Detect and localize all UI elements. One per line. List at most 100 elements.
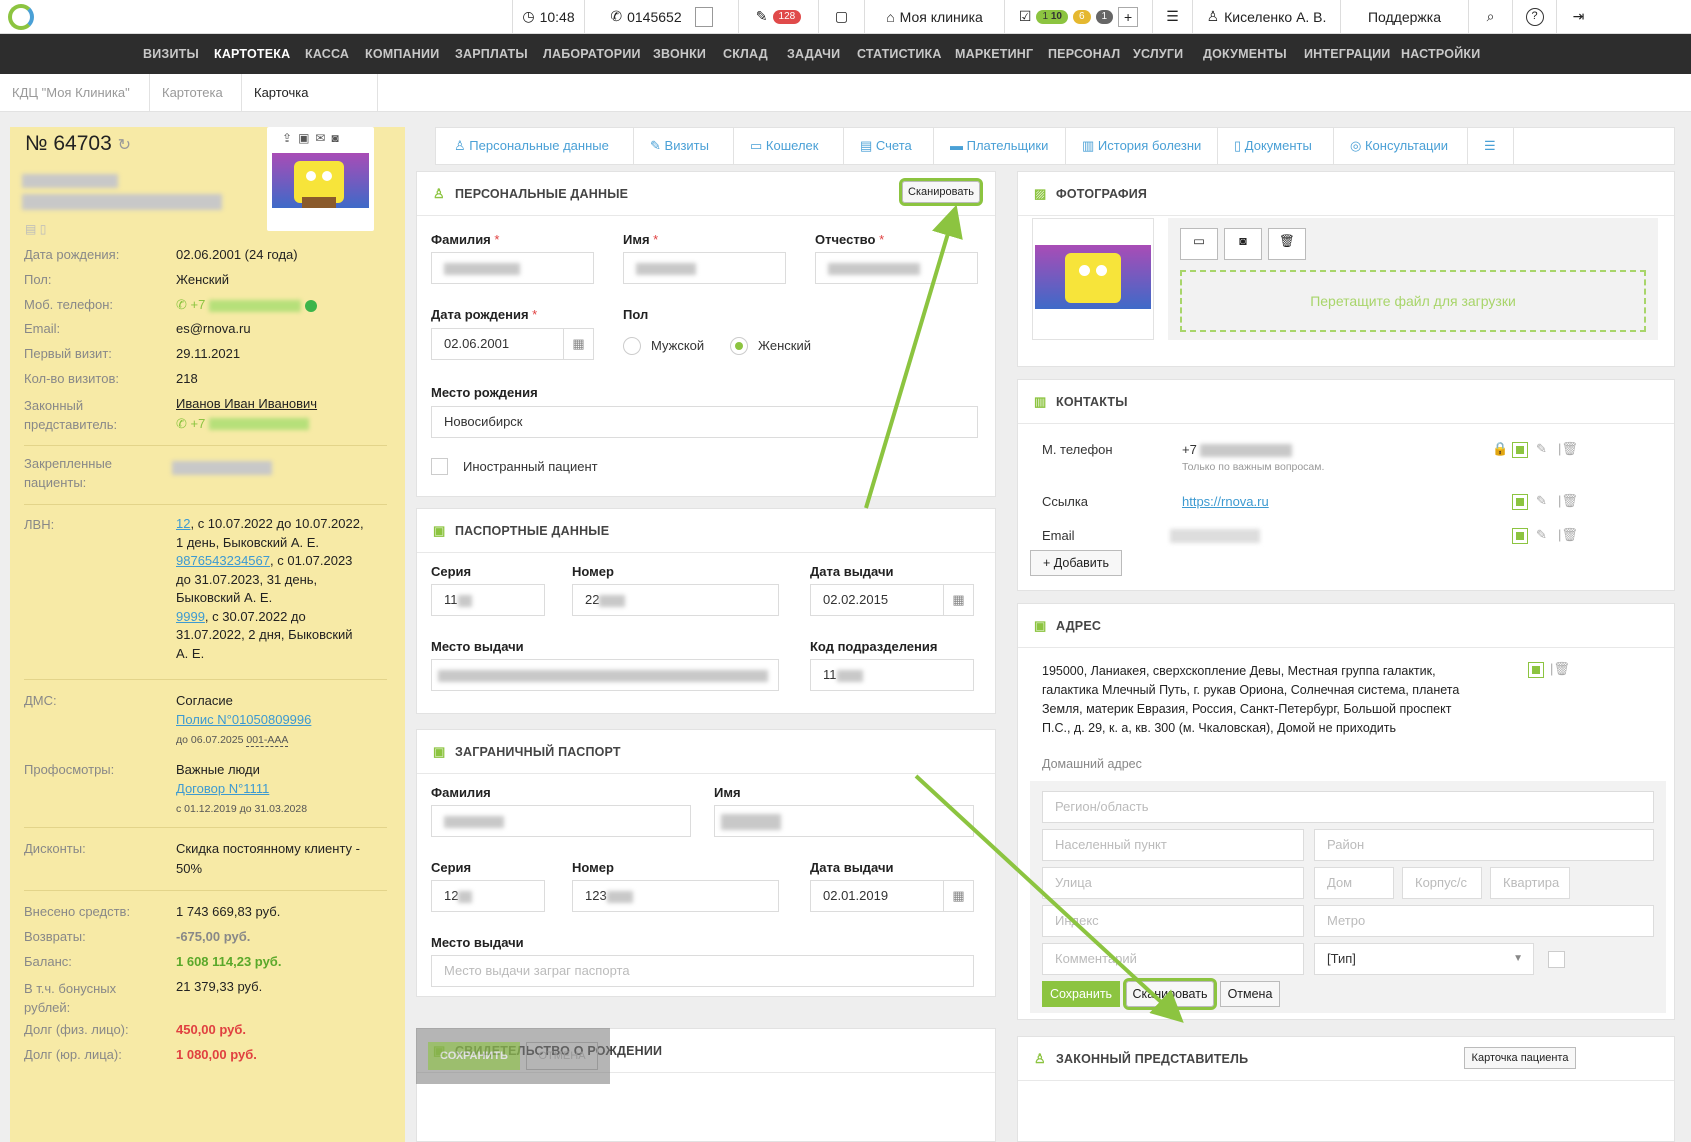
app-logo[interactable] — [8, 4, 34, 30]
birthplace-input[interactable]: Новосибирск — [431, 406, 978, 438]
rep-value[interactable]: Иванов Иван Иванович ✆ +7 — [176, 394, 381, 433]
nav-companies[interactable]: КОМПАНИИ — [365, 34, 439, 74]
foreign-checkbox[interactable] — [431, 458, 448, 475]
tab-personal[interactable]: ♙ Персональные данные — [436, 128, 634, 164]
mail-icon[interactable]: ✉ — [315, 131, 331, 145]
patronymic-input[interactable] — [815, 252, 978, 284]
address-save-button[interactable]: Сохранить — [1042, 981, 1120, 1007]
nav-salaries[interactable]: ЗАРПЛАТЫ — [455, 34, 528, 74]
drop-zone[interactable]: Перетащите файл для загрузки — [1180, 270, 1646, 332]
building-input[interactable]: Корпус/с — [1402, 867, 1482, 899]
email-primary-toggle[interactable] — [1512, 528, 1528, 544]
edit-icon[interactable]: ✎ — [1536, 527, 1547, 543]
address-kind-checkbox[interactable] — [1548, 951, 1565, 968]
phone-value[interactable]: ✆ +7 — [176, 295, 381, 315]
nav-settings[interactable]: НАСТРОЙКИ — [1401, 34, 1480, 74]
save-button-floating[interactable]: СОХРАНИТЬ — [428, 1042, 520, 1070]
surname-input[interactable] — [431, 252, 594, 284]
clinic-selector[interactable]: ⌂ Моя клиника — [864, 0, 1004, 33]
nav-documents[interactable]: ДОКУМЕНТЫ — [1203, 34, 1287, 74]
id-card-icon[interactable]: ▣ — [298, 131, 315, 145]
address-primary-toggle[interactable] — [1528, 662, 1544, 678]
fp-issue-date-input[interactable]: 02.01.2019 ▦ — [810, 880, 974, 912]
lvn-link-3[interactable]: 9999 — [176, 609, 205, 624]
index-input[interactable]: Индекс — [1042, 905, 1304, 937]
dms-policy-link[interactable]: Полис N°01050809996 — [176, 712, 311, 727]
calendar-icon[interactable]: ▦ — [563, 329, 593, 359]
comment-input[interactable]: Комментарий — [1042, 943, 1304, 975]
patient-card-button[interactable]: Карточка пациента — [1464, 1047, 1576, 1069]
nav-staff[interactable]: ПЕРСОНАЛ — [1048, 34, 1120, 74]
house-input[interactable]: Дом — [1314, 867, 1394, 899]
plus-icon[interactable]: + — [1118, 6, 1139, 27]
fp-surname-input[interactable] — [431, 805, 691, 837]
nav-stock[interactable]: СКЛАД — [723, 34, 768, 74]
nav-stats[interactable]: СТАТИСТИКА — [857, 34, 942, 74]
region-input[interactable]: Регион/область — [1042, 791, 1654, 823]
memo-widget[interactable]: ▢ — [818, 0, 864, 33]
series-input[interactable]: 11 — [431, 584, 545, 616]
flat-input[interactable]: Квартира — [1490, 867, 1570, 899]
tab-documents[interactable]: ▯ Документы — [1218, 128, 1334, 164]
add-contact-button[interactable]: + Добавить — [1030, 550, 1122, 576]
tab-invoices[interactable]: ▤ Счета — [844, 128, 934, 164]
breadcrumb-cards[interactable]: Картотека — [150, 74, 242, 111]
lock-icon[interactable]: 🔒 — [1492, 441, 1508, 457]
prof-contract-link[interactable]: Договор N°1111 — [176, 781, 269, 796]
issue-date-input[interactable]: 02.02.2015 ▦ — [810, 584, 974, 616]
edit-icon[interactable]: ✎ — [1536, 493, 1547, 509]
camera-button[interactable]: ◙ — [1224, 228, 1262, 260]
edit-icon[interactable]: ✎ — [1536, 441, 1547, 457]
device-icon[interactable] — [694, 6, 713, 27]
tasks-widget[interactable]: ☑ 1 10 6 1 + — [1004, 0, 1152, 33]
division-code-input[interactable]: 11 — [810, 659, 974, 691]
cancel-button-floating[interactable]: ОТМЕНА — [526, 1042, 598, 1070]
phone-primary-toggle[interactable] — [1512, 442, 1528, 458]
address-cancel-button[interactable]: Отмена — [1220, 981, 1280, 1007]
tab-consultations[interactable]: ◎ Консультации — [1334, 128, 1468, 164]
link-primary-toggle[interactable] — [1512, 494, 1528, 510]
nav-labs[interactable]: ЛАБОРАТОРИИ — [543, 34, 641, 74]
folder-button[interactable]: ▭ — [1180, 228, 1218, 260]
refresh-icon[interactable]: ↻ — [118, 137, 131, 154]
birthdate-input[interactable]: 02.06.2001 ▦ — [431, 328, 594, 360]
nav-tasks[interactable]: ЗАДАЧИ — [787, 34, 840, 74]
tab-more[interactable]: ☰ — [1468, 128, 1514, 164]
metro-input[interactable]: Метро — [1314, 905, 1654, 937]
nav-cards[interactable]: КАРТОТЕКА — [214, 34, 290, 74]
address-scan-button[interactable]: Сканировать — [1123, 978, 1217, 1010]
tab-history[interactable]: ▥ История болезни — [1066, 128, 1218, 164]
issue-place-input[interactable] — [431, 659, 779, 691]
whatsapp-icon[interactable] — [304, 299, 317, 312]
tab-visits[interactable]: ✎ Визиты — [634, 128, 734, 164]
help-button[interactable]: ? — [1512, 0, 1556, 33]
trash-icon[interactable]: |🗑 — [1558, 527, 1578, 543]
breadcrumb-clinic[interactable]: КДЦ "Моя Клиника" — [0, 74, 150, 111]
nav-cash[interactable]: КАССА — [305, 34, 349, 74]
tab-payers[interactable]: ▬ Плательщики — [934, 128, 1066, 164]
district-input[interactable]: Район — [1314, 829, 1654, 861]
logout-button[interactable]: ⇥ — [1556, 0, 1600, 33]
fp-series-input[interactable]: 12 — [431, 880, 545, 912]
share-icon[interactable]: ⇪ — [282, 131, 298, 145]
support-link[interactable]: Поддержка — [1340, 0, 1468, 33]
calendar-icon[interactable]: ▦ — [943, 881, 973, 911]
delete-photo-button[interactable]: 🗑 — [1268, 228, 1306, 260]
trash-icon[interactable]: |🗑 — [1550, 661, 1570, 677]
street-input[interactable]: Улица — [1042, 867, 1304, 899]
contact-link-value[interactable]: https://rnova.ru — [1182, 494, 1269, 509]
camera-icon[interactable]: ◙ — [331, 131, 344, 145]
search-button[interactable]: ⌕ — [1468, 0, 1512, 33]
name-input[interactable] — [623, 252, 786, 284]
fp-issue-place-input[interactable]: Место выдачи заграг паспорта — [431, 955, 974, 987]
fp-number-input[interactable]: 123 — [572, 880, 779, 912]
address-kind-select[interactable]: [Тип] ▼ — [1314, 943, 1534, 975]
nav-visits[interactable]: ВИЗИТЫ — [143, 34, 199, 74]
phone-widget[interactable]: ✆ 0145652 — [584, 0, 738, 33]
fp-name-input[interactable] — [714, 805, 974, 837]
trash-icon[interactable]: |🗑 — [1558, 441, 1578, 457]
number-input[interactable]: 22 — [572, 584, 779, 616]
nav-calls[interactable]: ЗВОНКИ — [653, 34, 706, 74]
lvn-link-2[interactable]: 9876543234567 — [176, 553, 270, 568]
calendar-icon[interactable]: ▦ — [943, 585, 973, 615]
